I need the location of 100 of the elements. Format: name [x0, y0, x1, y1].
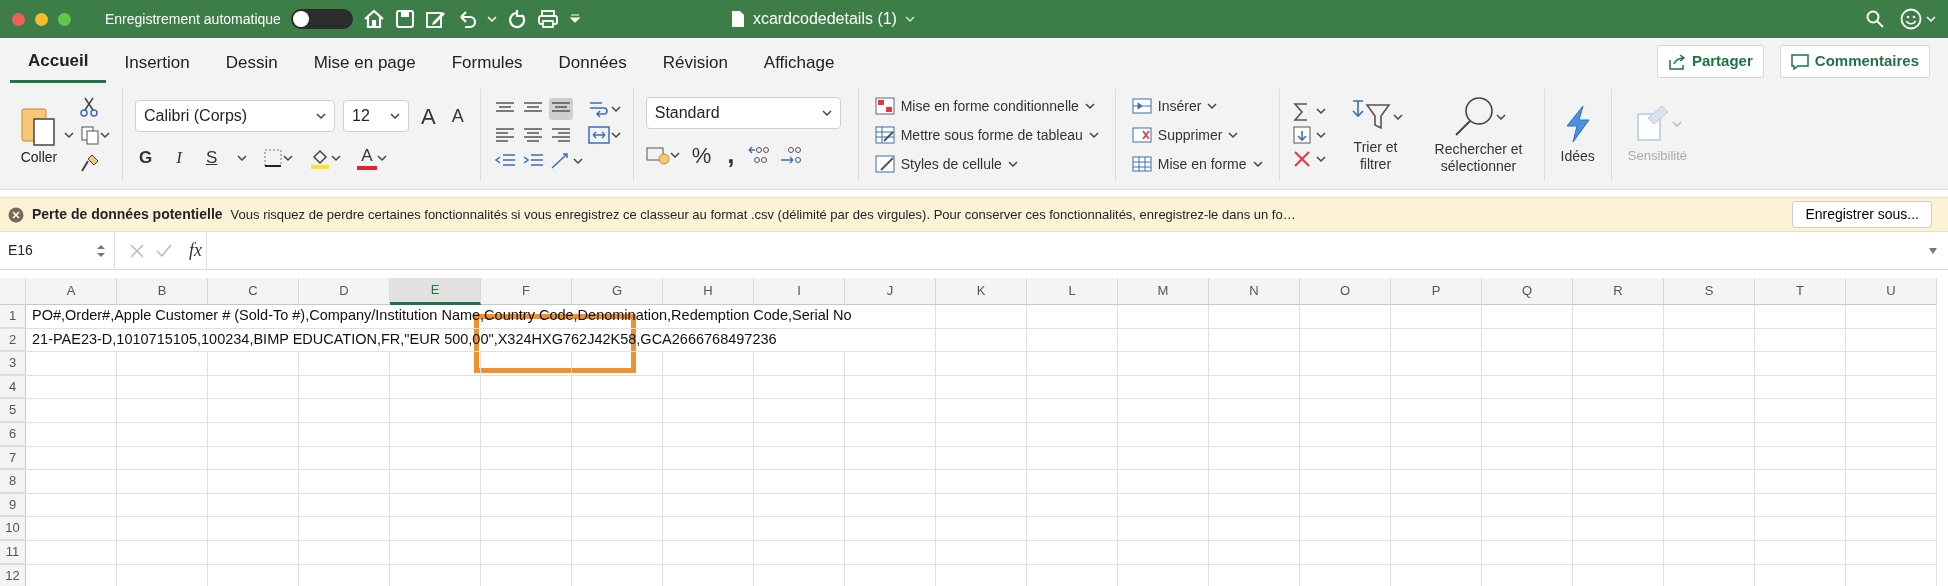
column-header[interactable]: H [663, 278, 754, 305]
column-header[interactable]: I [754, 278, 845, 305]
column-header[interactable]: P [1391, 278, 1482, 305]
save-as-button[interactable]: Enregistrer sous... [1792, 201, 1932, 228]
copy-icon[interactable] [80, 125, 100, 145]
row-header[interactable]: 9 [0, 493, 26, 517]
row-header[interactable]: 6 [0, 422, 26, 446]
row-header[interactable]: 5 [0, 399, 26, 422]
bold-button[interactable]: G [135, 142, 157, 173]
row-header[interactable]: 8 [0, 470, 26, 493]
column-header[interactable]: T [1755, 278, 1846, 305]
clear-icon[interactable] [1291, 149, 1312, 169]
cells-menu-button[interactable]: Mise en forme [1127, 151, 1267, 177]
caret-icon[interactable] [1084, 102, 1095, 110]
caret-icon[interactable] [821, 108, 832, 117]
find-select-button[interactable]: Rechercher et sélectionner [1425, 93, 1532, 177]
home-icon[interactable] [362, 9, 385, 29]
column-header[interactable]: Q [1482, 278, 1573, 305]
row-header[interactable]: 4 [0, 375, 26, 399]
number-format-dropdown[interactable]: Standard [645, 96, 841, 129]
caret-icon[interactable] [1315, 155, 1326, 163]
ideas-button[interactable]: Idées [1556, 101, 1599, 169]
caret-icon[interactable] [572, 157, 583, 165]
ribbon-tab[interactable]: Données [540, 41, 645, 82]
styles-menu-button[interactable]: Styles de cellule [870, 151, 1022, 177]
edit-icon[interactable] [424, 9, 447, 29]
caret-icon[interactable] [316, 112, 326, 121]
font-name-dropdown[interactable]: Calibri (Corps) [135, 100, 335, 133]
fill-icon[interactable] [1291, 125, 1312, 145]
row-header[interactable]: 12 [0, 564, 26, 586]
name-box[interactable]: E16 [0, 232, 115, 269]
underline-button[interactable]: S [201, 142, 222, 173]
caret-icon[interactable] [1252, 160, 1263, 168]
column-header[interactable]: G [572, 278, 663, 305]
font-size-dropdown[interactable]: 12 [343, 100, 409, 133]
caret-icon[interactable] [100, 131, 110, 139]
caret-icon[interactable] [64, 131, 74, 139]
grow-font-button[interactable]: A [417, 97, 440, 135]
caret-icon[interactable] [1207, 102, 1218, 110]
column-header[interactable]: D [299, 278, 390, 305]
increase-decimal-icon[interactable] [746, 144, 771, 166]
caret-icon[interactable] [331, 153, 342, 162]
font-color-button[interactable]: A [357, 145, 377, 170]
cells-menu-button[interactable]: Insérer [1127, 93, 1222, 119]
share-button[interactable]: Partager [1656, 45, 1764, 78]
print-icon[interactable] [536, 9, 559, 29]
search-icon[interactable] [1866, 10, 1884, 28]
caret-icon[interactable] [610, 131, 621, 139]
ribbon-tab[interactable]: Affichage [745, 41, 853, 82]
decrease-decimal-icon[interactable] [778, 144, 803, 166]
row-header[interactable]: 2 [0, 328, 26, 352]
column-header[interactable]: K [936, 278, 1027, 305]
column-header[interactable]: R [1573, 278, 1664, 305]
row-header[interactable]: 11 [0, 540, 26, 564]
column-header[interactable]: L [1027, 278, 1118, 305]
format-painter-icon[interactable] [80, 153, 100, 173]
column-header[interactable]: U [1846, 278, 1937, 305]
sort-filter-button[interactable]: Trier et filtrer [1341, 95, 1410, 175]
smiley-icon[interactable] [1900, 8, 1922, 30]
caret-icon[interactable] [1495, 113, 1506, 122]
shrink-font-button[interactable]: A [447, 100, 468, 132]
save-icon[interactable] [394, 9, 415, 29]
caret-icon[interactable] [1392, 113, 1403, 122]
caret-icon[interactable] [390, 112, 400, 121]
italic-button[interactable]: I [172, 142, 186, 173]
caret-icon[interactable] [1315, 131, 1326, 139]
styles-menu-button[interactable]: Mise en forme conditionnelle [870, 93, 1099, 119]
ribbon-tab[interactable]: Révision [644, 41, 746, 82]
comments-button[interactable]: Commentaires [1779, 45, 1930, 78]
comma-style-button[interactable]: , [723, 145, 739, 165]
cut-icon[interactable] [80, 97, 98, 117]
align-bottom-icon[interactable] [548, 98, 573, 120]
merge-cells-icon[interactable] [586, 124, 611, 146]
caret-icon[interactable] [376, 153, 387, 162]
caret-icon[interactable] [237, 153, 248, 162]
autosave-toggle[interactable] [290, 9, 353, 29]
column-header[interactable]: E [390, 278, 481, 305]
borders-icon[interactable] [263, 147, 284, 168]
ribbon-tab[interactable]: Mise en page [295, 41, 434, 82]
row-header[interactable]: 7 [0, 446, 26, 470]
redo-icon[interactable] [506, 9, 527, 29]
minimize-button[interactable] [35, 12, 48, 26]
column-header[interactable]: F [481, 278, 572, 305]
ribbon-tab[interactable]: Accueil [10, 40, 107, 83]
column-header[interactable]: N [1209, 278, 1300, 305]
ribbon-tab[interactable]: Formules [433, 41, 541, 82]
row-header[interactable]: 1 [0, 305, 26, 328]
styles-menu-button[interactable]: Mettre sous forme de tableau [870, 122, 1103, 148]
insert-function-button[interactable]: fx [185, 235, 206, 266]
column-header[interactable]: O [1300, 278, 1391, 305]
caret-icon[interactable] [669, 151, 680, 159]
column-header[interactable]: J [845, 278, 936, 305]
percent-button[interactable]: % [687, 136, 716, 174]
cells-menu-button[interactable]: Supprimer [1127, 122, 1243, 148]
caret-icon[interactable] [610, 105, 621, 113]
column-header[interactable]: A [26, 278, 117, 305]
row-header[interactable]: 10 [0, 517, 26, 540]
column-header[interactable]: S [1664, 278, 1755, 305]
column-header[interactable]: M [1118, 278, 1209, 305]
ribbon-tab[interactable]: Dessin [207, 41, 296, 82]
